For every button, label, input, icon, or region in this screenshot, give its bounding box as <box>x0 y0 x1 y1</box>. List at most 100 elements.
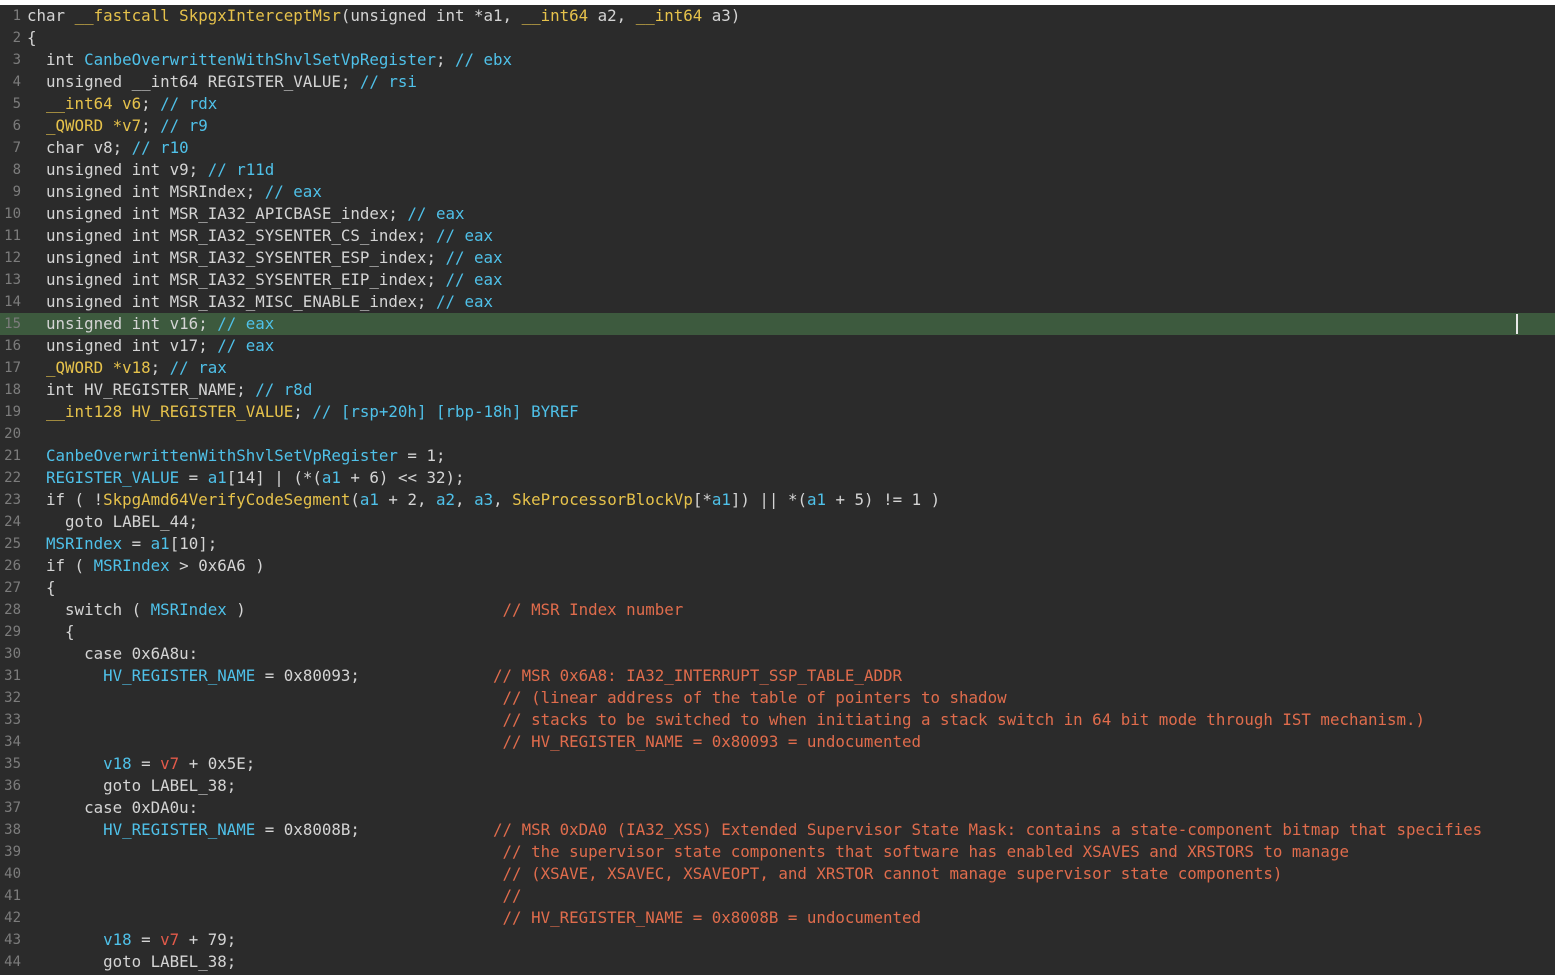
code-token: + 6) << 32); <box>340 468 465 487</box>
code-token: // r8d <box>255 380 313 399</box>
code-line[interactable]: 14 unsigned int MSR_IA32_MISC_ENABLE_ind… <box>0 291 1555 313</box>
code-line[interactable]: 10 unsigned int MSR_IA32_APICBASE_index;… <box>0 203 1555 225</box>
code-text: char __fastcall SkpgxInterceptMsr(unsign… <box>27 5 740 27</box>
code-text: __int128 HV_REGISTER_VALUE; // [rsp+20h]… <box>27 401 579 423</box>
line-number: 28 <box>4 602 21 618</box>
code-text: // <box>27 885 522 907</box>
code-line[interactable]: 42 // HV_REGISTER_NAME = 0x8008B = undoc… <box>0 907 1555 929</box>
code-token: a1 <box>806 490 827 509</box>
code-token: v7 <box>160 930 180 949</box>
code-token: // the supervisor state components that … <box>502 842 1349 861</box>
code-token: // MSR Index number <box>502 600 684 619</box>
code-token: char <box>27 6 75 25</box>
code-line[interactable]: 15 unsigned int v16; // eax <box>0 313 1555 335</box>
code-token: // eax <box>435 226 494 245</box>
pseudocode-editor[interactable]: 1 char __fastcall SkpgxInterceptMsr(unsig… <box>0 5 1555 975</box>
code-line[interactable]: 44 goto LABEL_38; <box>0 951 1555 973</box>
code-line[interactable]: 35 v18 = v7 + 0x5E; <box>0 753 1555 775</box>
code-line[interactable]: 8 unsigned int v9; // r11d <box>0 159 1555 181</box>
code-line[interactable]: 40 // (XSAVE, XSAVEC, XSAVEOPT, and XRST… <box>0 863 1555 885</box>
code-line[interactable]: 3 int CanbeOverwrittenWithShvlSetVpRegis… <box>0 49 1555 71</box>
code-token: // r9 <box>160 116 208 135</box>
code-text: REGISTER_VALUE = a1[14] | (*(a1 + 6) << … <box>27 467 465 489</box>
code-line[interactable]: 41 // <box>0 885 1555 907</box>
code-line[interactable]: 18 int HV_REGISTER_NAME; // r8d <box>0 379 1555 401</box>
code-line[interactable]: 36 goto LABEL_38; <box>0 775 1555 797</box>
code-text: { <box>27 621 75 643</box>
line-number: 1 <box>12 8 21 24</box>
code-text: if ( MSRIndex > 0x6A6 ) <box>27 555 265 577</box>
code-line[interactable]: 12 unsigned int MSR_IA32_SYSENTER_ESP_in… <box>0 247 1555 269</box>
code-line[interactable]: 4 unsigned __int64 REGISTER_VALUE; // rs… <box>0 71 1555 93</box>
code-line[interactable]: 13 unsigned int MSR_IA32_SYSENTER_EIP_in… <box>0 269 1555 291</box>
code-token: case 0x6A8u: <box>27 644 199 663</box>
code-token: __int64 v6 <box>27 94 142 113</box>
code-line[interactable]: 7 char v8; // r10 <box>0 137 1555 159</box>
code-token: goto LABEL_44; <box>27 512 199 531</box>
text-caret <box>1516 314 1518 334</box>
code-line[interactable]: 38 HV_REGISTER_NAME = 0x8008B; // MSR 0x… <box>0 819 1555 841</box>
code-token: = <box>122 534 151 553</box>
code-line[interactable]: 20 <box>0 423 1555 445</box>
code-token: { <box>27 28 37 47</box>
line-number: 30 <box>4 646 21 662</box>
code-line[interactable]: 32 // (linear address of the table of po… <box>0 687 1555 709</box>
code-text: CanbeOverwrittenWithShvlSetVpRegister = … <box>27 445 445 467</box>
line-number: 26 <box>4 558 21 574</box>
code-line[interactable]: 28 switch ( MSRIndex ) // MSR Index numb… <box>0 599 1555 621</box>
code-token: CanbeOverwrittenWithShvlSetVpRegister <box>84 50 436 69</box>
code-line[interactable]: 19 __int128 HV_REGISTER_VALUE; // [rsp+2… <box>0 401 1555 423</box>
line-number: 10 <box>4 206 21 222</box>
line-number: 23 <box>4 492 21 508</box>
code-line[interactable]: 17 _QWORD *v18; // rax <box>0 357 1555 379</box>
line-number: 20 <box>4 426 21 442</box>
code-text: HV_REGISTER_NAME = 0x80093; // MSR 0x6A8… <box>27 665 902 687</box>
code-token: { <box>27 578 56 597</box>
code-token: = <box>131 930 161 949</box>
code-line[interactable]: 24 goto LABEL_44; <box>0 511 1555 533</box>
code-line[interactable]: 16 unsigned int v17; // eax <box>0 335 1555 357</box>
code-line[interactable]: 1 char __fastcall SkpgxInterceptMsr(unsig… <box>0 5 1555 27</box>
code-line[interactable]: 21 CanbeOverwrittenWithShvlSetVpRegister… <box>0 445 1555 467</box>
code-line[interactable]: 43 v18 = v7 + 79; <box>0 929 1555 951</box>
code-token: __int64 <box>521 6 589 25</box>
code-text: unsigned int MSR_IA32_SYSENTER_CS_index;… <box>27 225 493 247</box>
code-token: // HV_REGISTER_NAME = 0x80093 = undocume… <box>502 732 921 751</box>
code-line[interactable]: 34 // HV_REGISTER_NAME = 0x80093 = undoc… <box>0 731 1555 753</box>
code-text: v18 = v7 + 0x5E; <box>27 753 255 775</box>
code-line[interactable]: 26 if ( MSRIndex > 0x6A6 ) <box>0 555 1555 577</box>
line-number: 21 <box>4 448 21 464</box>
code-token: // <box>502 886 522 905</box>
line-number: 42 <box>4 910 21 926</box>
code-line[interactable]: 33 // stacks to be switched to when init… <box>0 709 1555 731</box>
code-line[interactable]: 11 unsigned int MSR_IA32_SYSENTER_CS_ind… <box>0 225 1555 247</box>
code-token: // MSR 0x6A8: IA32_INTERRUPT_SSP_TABLE_A… <box>493 666 902 685</box>
code-token: if ( ! <box>27 490 104 509</box>
line-number: 16 <box>4 338 21 354</box>
code-token: HV_REGISTER_NAME <box>27 820 256 839</box>
code-line[interactable]: 6 _QWORD *v7; // r9 <box>0 115 1555 137</box>
code-line[interactable]: 25 MSRIndex = a1[10]; <box>0 533 1555 555</box>
code-line[interactable]: 23 if ( !SkpgAmd64VerifyCodeSegment(a1 +… <box>0 489 1555 511</box>
code-line[interactable]: 31 HV_REGISTER_NAME = 0x80093; // MSR 0x… <box>0 665 1555 687</box>
line-number: 31 <box>4 668 21 684</box>
code-token: // r10 <box>131 138 189 157</box>
code-token: unsigned int v16; <box>27 314 218 333</box>
code-line[interactable]: 29 { <box>0 621 1555 643</box>
code-line[interactable]: 30 case 0x6A8u: <box>0 643 1555 665</box>
code-text: goto LABEL_38; <box>27 775 236 797</box>
line-number: 38 <box>4 822 21 838</box>
code-line[interactable]: 37 case 0xDA0u: <box>0 797 1555 819</box>
code-line[interactable]: 2{ <box>0 27 1555 49</box>
code-line[interactable]: 5 __int64 v6; // rdx <box>0 93 1555 115</box>
code-line[interactable]: 22 REGISTER_VALUE = a1[14] | (*(a1 + 6) … <box>0 467 1555 489</box>
code-line[interactable]: 39 // the supervisor state components th… <box>0 841 1555 863</box>
code-line[interactable]: 27 { <box>0 577 1555 599</box>
code-token: = <box>179 468 208 487</box>
code-text: __int64 v6; // rdx <box>27 93 217 115</box>
code-line[interactable]: 9 unsigned int MSRIndex; // eax <box>0 181 1555 203</box>
line-number: 8 <box>12 162 21 178</box>
